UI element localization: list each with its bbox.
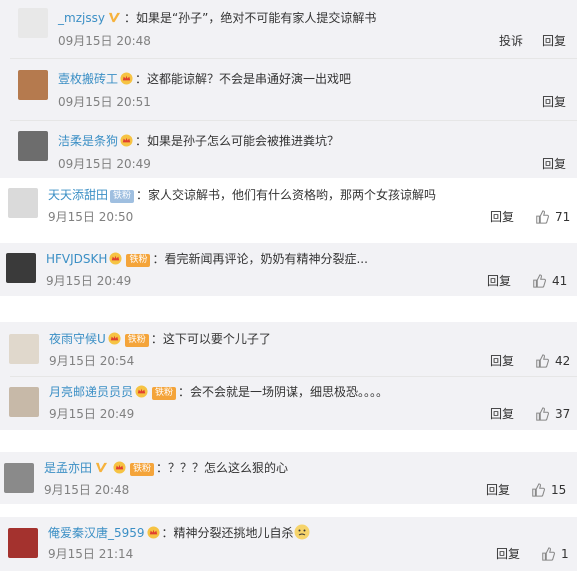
fan-badge: 铁粉 [124,334,149,347]
thumbs-up-icon [535,354,549,368]
crown-icon [120,134,133,147]
reply-button[interactable]: 回复 [496,546,520,562]
username[interactable]: 壹枚搬砖工 [58,72,118,86]
comment-text: ：看完新闻再评论，奶奶有精神分裂症... [152,252,368,266]
like-button[interactable]: 42 [535,353,570,369]
like-button[interactable]: 15 [531,482,566,498]
comment-text: ：？？？怎么这么狠的心 [156,461,289,475]
timestamp: 9月15日 20:49 [46,274,132,288]
username[interactable]: 月亮邮递员员员 [49,385,133,399]
comment-text-line: 是孟亦田 铁粉 ：？？？怎么这么狠的心 [44,460,288,476]
timestamp: 9月15日 21:14 [48,547,134,561]
thumbs-up-icon [535,407,549,421]
report-button[interactable]: 投诉 [499,33,523,49]
divider [10,120,577,121]
fan-badge: 铁粉 [152,387,177,400]
like-button[interactable]: 41 [532,273,567,289]
crown-icon [108,332,121,345]
avatar[interactable] [18,8,48,38]
comment-text-line: 洁柔是条狗 ：如果是孙子怎么可能会被推进粪坑？ [58,133,339,149]
comment-text-line: HFVJDSKH 铁粉 ：看完新闻再评论，奶奶有精神分裂症... [46,251,368,267]
avatar[interactable] [18,70,48,100]
avatar[interactable] [9,334,39,364]
reply-group [0,0,577,178]
like-button[interactable]: 37 [535,406,570,422]
avatar[interactable] [9,387,39,417]
thumbs-up-icon [541,547,555,561]
crown-icon [147,526,160,539]
comment-text: ：精神分裂还挑地儿自杀 [161,526,294,540]
thumbs-up-icon [531,483,545,497]
fan-badge: 铁粉 [110,190,135,203]
timestamp: 9月15日 20:48 [44,483,130,497]
thumbs-up-icon [532,274,546,288]
reply-button[interactable]: 回复 [486,482,510,498]
reply-button[interactable]: 回复 [542,156,566,172]
crown-icon [109,252,122,265]
avatar[interactable] [4,463,34,493]
reply-button[interactable]: 回复 [490,209,514,225]
username[interactable]: 是孟亦田 [44,461,92,475]
crown-icon [120,72,133,85]
comment-text-line: 壹枚搬砖工 ：这都能谅解？不会是串通好演一出戏吧 [58,71,351,87]
reply-button[interactable]: 回复 [490,353,514,369]
reply-button[interactable]: 回复 [487,273,511,289]
username[interactable]: HFVJDSKH [46,252,107,266]
avatar[interactable] [8,528,38,558]
comment-text-line: 天天添甜田 铁粉 ：家人交谅解书，他们有什么资格哟，那两个女孩谅解吗 [48,187,436,203]
username[interactable]: 俺爱秦汉唐_5959 [48,526,145,540]
comment-text-line: _mzjssy ：如果是“孙子”，绝对不可能有家人提交谅解书 [58,10,376,26]
comment-text-line: 俺爱秦汉唐_5959 ：精神分裂还挑地儿自杀 [48,524,310,541]
timestamp: 9月15日 20:54 [49,354,135,368]
comment-text: ：会不会就是一场阴谋，细思极恐。。。。 [178,385,389,399]
comment-text: ：如果是孙子怎么可能会被推进粪坑？ [135,134,340,148]
comment-text: ：这都能谅解？不会是串通好演一出戏吧 [135,72,352,86]
avatar[interactable] [8,188,38,218]
fan-badge: 铁粉 [126,254,151,267]
fan-badge: 铁粉 [130,463,155,476]
username[interactable]: 天天添甜田 [48,188,108,202]
verified-icon [95,461,108,474]
like-button[interactable]: 71 [535,209,570,225]
divider [10,376,577,377]
comment-text: ：这下可以要个儿子了 [150,332,271,346]
comment-text: ：如果是“孙子”，绝对不可能有家人提交谅解书 [123,11,377,25]
username[interactable]: 夜雨守候U [49,332,106,346]
avatar[interactable] [18,131,48,161]
avatar[interactable] [6,253,36,283]
reply-button[interactable]: 回复 [542,33,566,49]
username[interactable]: 洁柔是条狗 [58,134,118,148]
timestamp: 09月15日 20:51 [58,95,151,109]
comment-text: ：家人交谅解书，他们有什么资格哟，那两个女孩谅解吗 [136,188,437,202]
verified-icon [108,11,121,24]
username[interactable]: _mzjssy [58,11,105,25]
reply-button[interactable]: 回复 [490,406,514,422]
timestamp: 9月15日 20:49 [49,407,135,421]
like-button[interactable]: 1 [541,546,569,562]
thumbs-up-icon [535,210,549,224]
timestamp: 09月15日 20:49 [58,157,151,171]
crown-icon [113,461,126,474]
emoji-icon [294,524,310,540]
reply-button[interactable]: 回复 [542,94,566,110]
divider [10,58,577,59]
timestamp: 09月15日 20:48 [58,34,151,48]
timestamp: 9月15日 20:50 [48,210,134,224]
comment-text-line: 夜雨守候U 铁粉 ：这下可以要个儿子了 [49,331,271,347]
crown-icon [135,385,148,398]
comment-text-line: 月亮邮递员员员 铁粉 ：会不会就是一场阴谋，细思极恐。。。。 [49,384,388,400]
